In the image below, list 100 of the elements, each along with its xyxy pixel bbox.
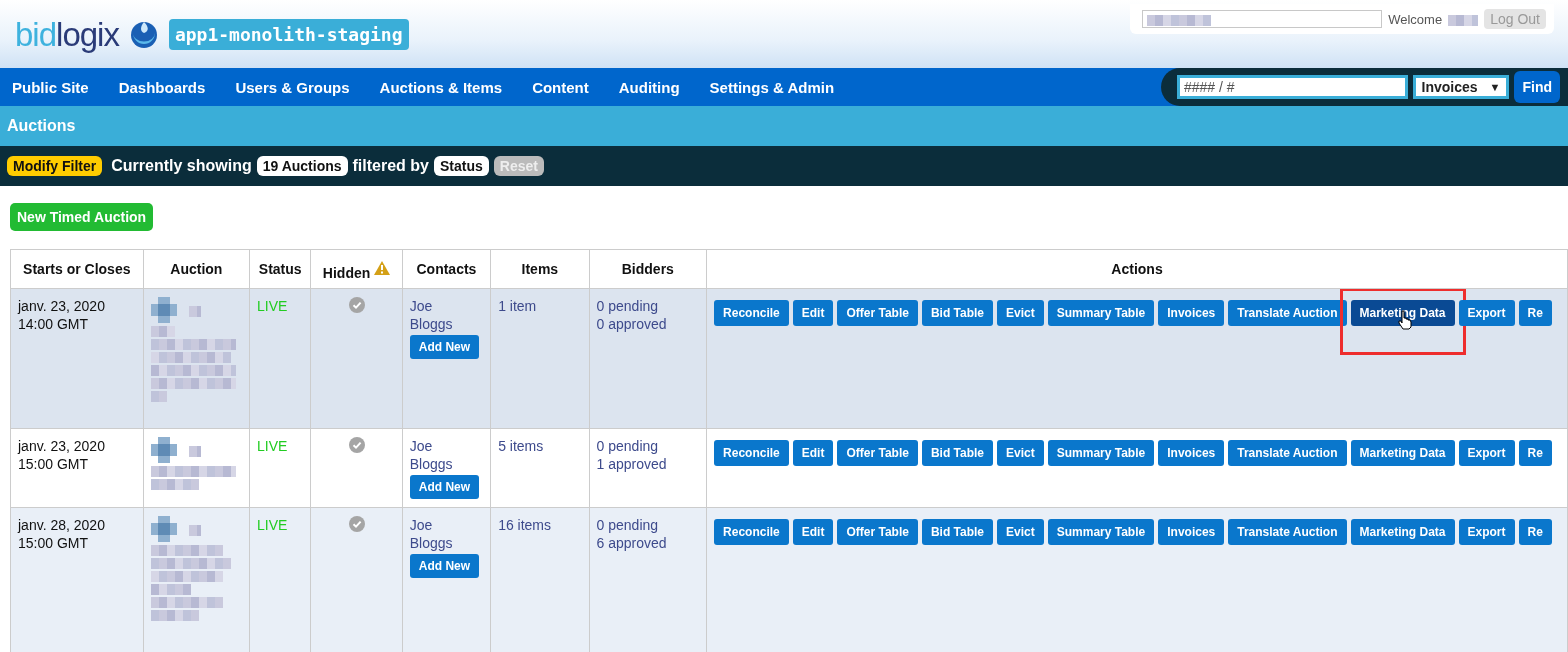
action-button[interactable]: Offer Table <box>837 519 918 545</box>
welcome-text: Welcome <box>1388 11 1443 27</box>
modify-filter-button[interactable]: Modify Filter <box>7 156 103 176</box>
type-dropdown[interactable]: Invoices ▼ <box>1412 75 1510 99</box>
approved-link[interactable]: 0 approved <box>596 315 700 333</box>
check-icon <box>348 297 365 313</box>
items-link[interactable]: 16 items <box>498 517 552 533</box>
items-link[interactable]: 1 item <box>498 298 537 314</box>
column-header: Bidders <box>621 261 674 277</box>
action-button[interactable]: Evict <box>997 300 1044 326</box>
action-button[interactable]: Offer Table <box>837 440 918 466</box>
add-new-button[interactable]: Add New <box>409 335 480 359</box>
pending-link[interactable]: 0 pending <box>596 297 700 315</box>
action-button[interactable]: Marketing Data <box>1350 519 1455 545</box>
contact-link[interactable]: Bloggs <box>409 534 484 552</box>
environment-badge: app1-monolith-staging <box>168 18 409 50</box>
contact-link[interactable]: Joe <box>409 437 484 455</box>
column-header: Contacts <box>416 261 477 277</box>
action-button[interactable]: Export <box>1458 519 1515 545</box>
action-button[interactable]: Summary Table <box>1047 300 1155 326</box>
logo-text: bidlogix <box>15 17 119 51</box>
date-text: janv. 28, 2020 <box>18 516 106 534</box>
action-button[interactable]: Summary Table <box>1047 440 1155 466</box>
thumbnail-icon <box>150 437 177 463</box>
action-button[interactable]: Marketing Data <box>1350 440 1455 466</box>
time-text: 14:00 GMT <box>18 315 90 333</box>
action-button[interactable]: Summary Table <box>1047 519 1155 545</box>
action-button[interactable]: Reconcile <box>714 300 789 326</box>
contact-link[interactable]: Bloggs <box>409 315 484 333</box>
action-button[interactable]: Reconcile <box>714 440 789 466</box>
logo-drop-icon <box>128 19 159 49</box>
action-button[interactable]: Export <box>1458 300 1515 326</box>
approved-link[interactable]: 6 approved <box>596 534 700 552</box>
action-button[interactable]: Invoices <box>1158 440 1225 466</box>
date-text: janv. 23, 2020 <box>18 297 106 315</box>
action-button[interactable]: Re <box>1518 440 1552 466</box>
action-button[interactable]: Re <box>1518 519 1552 545</box>
action-button[interactable]: Translate Auction <box>1228 519 1347 545</box>
column-header: Actions <box>1111 261 1163 277</box>
approved-link[interactable]: 1 approved <box>596 455 700 473</box>
thumbnail-icon <box>150 297 177 323</box>
column-header: Items <box>521 261 559 277</box>
action-button[interactable]: Evict <box>997 519 1044 545</box>
contact-link[interactable]: Joe <box>409 297 484 315</box>
action-button[interactable]: Evict <box>997 440 1044 466</box>
blurred-text-drawing <box>188 443 201 457</box>
action-button[interactable]: Marketing Data <box>1350 300 1455 326</box>
count-badge: 19 Auctions <box>256 156 348 176</box>
nav-link[interactable]: Auctions & Items <box>379 78 503 96</box>
column-header: Hidden <box>322 264 371 281</box>
items-link[interactable]: 5 items <box>498 438 544 454</box>
warning-icon <box>374 260 391 275</box>
action-button[interactable]: Edit <box>792 440 834 466</box>
pending-link[interactable]: 0 pending <box>596 516 700 534</box>
action-button[interactable]: Bid Table <box>921 440 994 466</box>
nav-link[interactable]: Users & Groups <box>235 78 350 96</box>
action-button[interactable]: Export <box>1458 440 1515 466</box>
nav-link[interactable]: Settings & Admin <box>709 78 835 96</box>
filter-text: Currently showing <box>111 157 252 175</box>
nav-link[interactable]: Auditing <box>618 78 680 96</box>
column-header: Auction <box>170 261 223 277</box>
action-button[interactable]: Edit <box>792 300 834 326</box>
blurred-name-drawing <box>1448 12 1479 26</box>
page-title: Auctions <box>7 117 76 135</box>
action-button[interactable]: Translate Auction <box>1228 440 1347 466</box>
blurred-text-drawing <box>188 522 201 536</box>
add-new-button[interactable]: Add New <box>409 475 480 499</box>
nav-link[interactable]: Public Site <box>12 78 89 96</box>
blurred-text-drawing <box>188 303 201 317</box>
date-text: janv. 23, 2020 <box>18 437 106 455</box>
column-header: Status <box>258 261 302 277</box>
status-text: LIVE <box>257 438 288 454</box>
action-button[interactable]: Bid Table <box>921 519 994 545</box>
blurred-text-drawing <box>1147 12 1212 26</box>
action-button[interactable]: Re <box>1518 300 1552 326</box>
action-button[interactable]: Bid Table <box>921 300 994 326</box>
action-button[interactable]: Invoices <box>1158 300 1225 326</box>
action-button[interactable]: Offer Table <box>837 300 918 326</box>
column-header: Starts or Closes <box>23 261 131 277</box>
action-button[interactable]: Reconcile <box>714 519 789 545</box>
contact-link[interactable]: Bloggs <box>409 455 484 473</box>
search-field[interactable]: #### / # <box>1177 75 1408 99</box>
time-text: 15:00 GMT <box>18 534 90 552</box>
add-new-button[interactable]: Add New <box>409 554 480 578</box>
find-button[interactable]: Find <box>1514 71 1560 103</box>
action-button[interactable]: Translate Auction <box>1228 300 1347 326</box>
nav-link[interactable]: Content <box>532 78 589 96</box>
nav-link[interactable]: Dashboards <box>118 78 206 96</box>
username-field[interactable] <box>1142 10 1383 28</box>
action-button[interactable]: Edit <box>792 519 834 545</box>
contact-link[interactable]: Joe <box>409 516 484 534</box>
check-icon <box>348 516 365 532</box>
pending-link[interactable]: 0 pending <box>596 437 700 455</box>
action-button[interactable]: Invoices <box>1158 519 1225 545</box>
new-auction-button[interactable]: New Timed Auction <box>10 203 154 231</box>
filter-tag: Status <box>434 156 489 176</box>
check-icon <box>348 437 365 453</box>
filter-text: filtered by <box>352 157 429 175</box>
time-text: 15:00 GMT <box>18 455 90 473</box>
thumbnail-icon <box>150 516 177 542</box>
